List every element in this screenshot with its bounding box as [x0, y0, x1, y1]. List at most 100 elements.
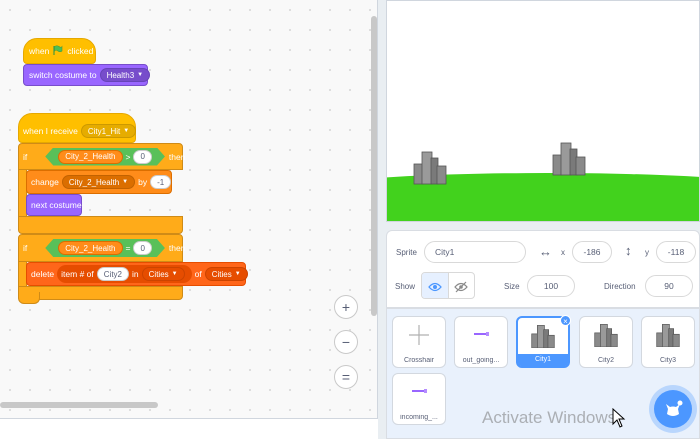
show-toggle-group [421, 272, 475, 299]
variable-reporter[interactable]: City_2_Health [58, 150, 122, 164]
next-costume-label: next costume [31, 200, 82, 210]
city2-sprite[interactable] [551, 141, 587, 177]
stage[interactable] [386, 0, 700, 222]
variable-dropdown[interactable]: City_2_Health [61, 175, 136, 189]
message-value: City1_Hit [87, 126, 121, 136]
y-input[interactable]: -118 [656, 241, 696, 263]
vertical-arrows-icon: ↕ [625, 243, 632, 258]
sprite-tile-city3[interactable]: City3 [641, 316, 695, 368]
change-label: change [31, 177, 59, 187]
sprite-name-value: City1 [435, 247, 455, 257]
sprite-tile-crosshair[interactable]: Crosshair [392, 316, 446, 368]
variable-name: City_2_Health [65, 243, 116, 253]
variable-value: City_2_Health [68, 177, 120, 187]
show-visible-button[interactable] [422, 273, 448, 298]
switch-costume-block[interactable]: switch costume to Health3 [23, 64, 151, 86]
costume-dropdown[interactable]: Health3 [99, 68, 151, 82]
list-dropdown-2[interactable]: Cities [204, 267, 248, 281]
change-amount-input[interactable]: -1 [150, 175, 172, 189]
chevron-down-icon [123, 128, 129, 134]
size-label: Size [504, 282, 520, 291]
change-amount-value: -1 [157, 177, 165, 187]
if-block-2[interactable]: if City_2_Health = 0 then [18, 234, 186, 262]
number-value: 0 [140, 243, 145, 253]
by-label: by [138, 177, 148, 187]
item-number-label: item # of [61, 269, 94, 279]
cat-plus-icon [666, 400, 683, 416]
vertical-scrollbar[interactable] [371, 16, 377, 316]
clicked-label: clicked [67, 46, 94, 56]
list-value: Cities [211, 269, 232, 279]
city-icon [594, 324, 618, 347]
sprite-name-input[interactable]: City1 [424, 241, 526, 263]
size-value: 100 [543, 281, 559, 291]
delete-label: delete [31, 269, 55, 279]
number-input[interactable]: 0 [133, 150, 151, 164]
crosshair-icon [409, 325, 429, 345]
city1-sprite[interactable] [412, 150, 448, 186]
delete-sprite-icon[interactable]: × [560, 315, 571, 326]
city-icon [531, 325, 555, 348]
delete-list-item-block[interactable]: delete item # of City2 in Cities of Citi… [26, 262, 248, 286]
sprite-tile-city2[interactable]: City2 [579, 316, 633, 368]
if-block-1[interactable]: if City_2_Health > 0 then [18, 143, 185, 170]
x-value: -186 [583, 247, 601, 257]
missile-icon [474, 332, 489, 336]
zoom-out-button[interactable]: − [334, 330, 358, 354]
chevron-down-icon [235, 271, 241, 277]
choose-sprite-button[interactable] [654, 390, 692, 428]
operator-symbol: = [125, 243, 131, 253]
x-label: x [561, 248, 565, 257]
eye-icon [428, 282, 442, 291]
chevron-down-icon [122, 179, 128, 185]
sprite-tile-outgoing[interactable]: out_going... [454, 316, 508, 368]
change-variable-block[interactable]: change City_2_Health by -1 [26, 170, 172, 194]
if-label: if [23, 151, 28, 162]
eye-slash-icon [454, 281, 469, 292]
direction-input[interactable]: 90 [645, 275, 693, 297]
number-input[interactable]: 0 [133, 241, 151, 255]
x-input[interactable]: -186 [572, 241, 612, 263]
message-dropdown[interactable]: City1_Hit [80, 124, 137, 138]
next-costume-block[interactable]: next costume [26, 194, 82, 216]
when-label: when [29, 46, 50, 56]
scratch-editor: when clicked switch costume to Health3 w… [0, 0, 700, 439]
zoom-reset-button[interactable]: = [334, 365, 358, 389]
zoom-reset-icon: = [341, 369, 351, 385]
script-area[interactable]: when clicked switch costume to Health3 w… [0, 0, 378, 439]
zoom-out-icon: − [341, 334, 351, 350]
item-number-of-reporter[interactable]: item # of City2 in Cities [57, 265, 192, 283]
show-label: Show [395, 282, 416, 291]
horizontal-arrows-icon: ↔ [539, 244, 552, 259]
item-text-input[interactable]: City2 [96, 267, 130, 281]
sprite-name: out_going... [462, 357, 500, 364]
activate-windows-watermark: Activate Windows [482, 408, 617, 427]
horizontal-scrollbar[interactable] [0, 402, 158, 408]
y-label: y [645, 248, 649, 257]
then-label: then [168, 243, 186, 253]
script-stack-end [18, 292, 40, 304]
size-input[interactable]: 100 [527, 275, 575, 297]
sprite-tile-incoming[interactable]: incoming_... [392, 373, 446, 425]
equals-operator[interactable]: City_2_Health = 0 [45, 239, 165, 257]
operator-symbol: > [125, 151, 131, 162]
item-text-value: City2 [103, 269, 123, 279]
variable-name: City_2_Health [65, 152, 116, 161]
sprite-name: incoming_... [400, 414, 438, 421]
if-block-1-end [18, 216, 183, 234]
green-flag-icon [53, 45, 63, 57]
list-dropdown-1[interactable]: Cities [141, 267, 185, 281]
script-area-footer [0, 418, 378, 439]
zoom-in-button[interactable]: + [334, 295, 358, 319]
show-hidden-button[interactable] [447, 273, 474, 298]
sprite-tile-city1[interactable]: × City1 [516, 315, 571, 368]
when-i-receive-block[interactable]: when I receive City1_Hit [18, 113, 137, 143]
when-flag-clicked-block[interactable]: when clicked [23, 38, 96, 64]
chevron-down-icon [172, 271, 178, 277]
greater-than-operator[interactable]: City_2_Health > 0 [45, 148, 165, 166]
direction-value: 90 [664, 281, 674, 291]
sprite-name: City3 [660, 357, 676, 364]
list-value: Cities [148, 269, 169, 279]
switch-costume-label: switch costume to [29, 70, 97, 80]
variable-reporter[interactable]: City_2_Health [58, 241, 122, 255]
